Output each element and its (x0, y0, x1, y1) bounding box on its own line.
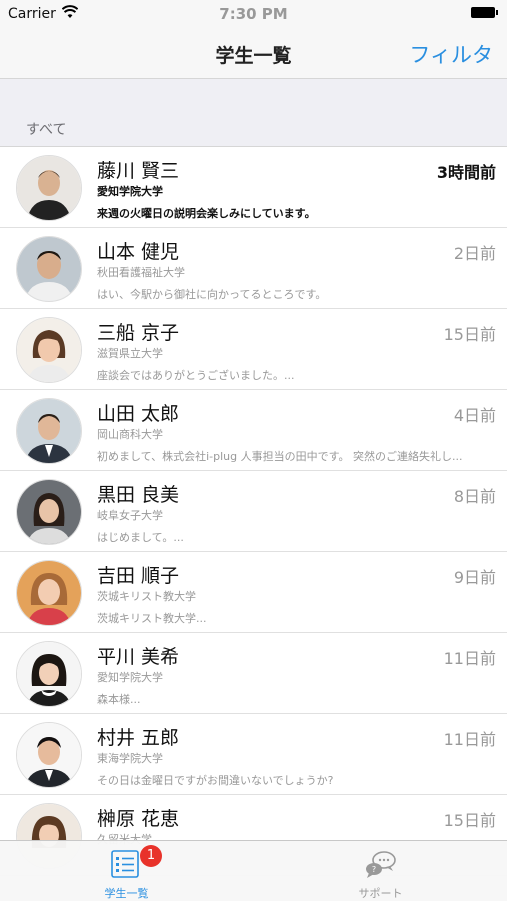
message-preview: はじめまして。... (97, 531, 184, 544)
student-school: 東海学院大学 (97, 752, 163, 765)
avatar (16, 641, 82, 707)
message-time: 15日前 (443, 811, 496, 830)
student-name: 三船 京子 (97, 322, 180, 344)
student-row[interactable]: 黒田 良美 岐阜女子大学 はじめまして。... 8日前 (0, 471, 507, 552)
student-name: 吉田 順子 (97, 565, 180, 587)
student-name: 山本 健児 (97, 241, 180, 263)
student-school: 岡山商科大学 (97, 428, 163, 441)
student-name: 村井 五郎 (97, 727, 180, 749)
message-time: 2日前 (453, 244, 496, 263)
student-school: 滋賀県立大学 (97, 347, 163, 360)
student-name: 黒田 良美 (97, 484, 180, 506)
tab-student-list[interactable]: 1 学生一覧 (0, 841, 253, 901)
avatar (16, 560, 82, 626)
message-preview: 茨城キリスト教大学... (97, 612, 207, 625)
avatar (16, 236, 82, 302)
message-preview: その日は金曜日ですがお間違いないでしょうか? (97, 774, 334, 787)
student-row[interactable]: 藤川 賢三 愛知学院大学 来週の火曜日の説明会楽しみにしています。 3時間前 (0, 147, 507, 228)
avatar (16, 398, 82, 464)
student-list: 藤川 賢三 愛知学院大学 来週の火曜日の説明会楽しみにしています。 3時間前 山… (0, 146, 507, 876)
message-preview: 初めまして、株式会社i-plug 人事担当の田中です。 突然のご連絡失礼し... (97, 450, 463, 463)
student-school: 愛知学院大学 (97, 185, 163, 198)
student-school: 秋田看護福祉大学 (97, 266, 185, 279)
message-preview: 座談会ではありがとうございました。... (97, 369, 295, 382)
student-name: 平川 美希 (97, 646, 180, 668)
student-name: 榊原 花恵 (97, 808, 180, 830)
student-row[interactable]: 山本 健児 秋田看護福祉大学 はい、今駅から御社に向かってるところです。 2日前 (0, 228, 507, 309)
student-row[interactable]: 村井 五郎 東海学院大学 その日は金曜日ですがお間違いないでしょうか? 11日前 (0, 714, 507, 795)
chat-bubbles-icon: ? (366, 851, 396, 878)
avatar (16, 155, 82, 221)
student-name: 藤川 賢三 (97, 160, 180, 182)
student-row[interactable]: 山田 太郎 岡山商科大学 初めまして、株式会社i-plug 人事担当の田中です。… (0, 390, 507, 471)
tab-support[interactable]: ? サポート (254, 841, 507, 901)
student-row[interactable]: 平川 美希 愛知学院大学 森本様... 11日前 (0, 633, 507, 714)
section-header-all: すべて (26, 122, 67, 138)
student-school: 茨城キリスト教大学 (97, 590, 196, 603)
message-preview: はい、今駅から御社に向かってるところです。 (97, 288, 327, 301)
message-time: 8日前 (453, 487, 496, 506)
navigation-bar: 学生一覧 フィルタ (0, 30, 507, 79)
student-school: 岐阜女子大学 (97, 509, 163, 522)
unread-badge: 1 (140, 845, 162, 867)
avatar (16, 722, 82, 788)
avatar (16, 317, 82, 383)
message-time: 15日前 (443, 325, 496, 344)
svg-text:?: ? (372, 865, 376, 874)
message-time: 3時間前 (436, 163, 496, 182)
clock: 7:30 PM (219, 5, 288, 23)
tab-bar: 1 学生一覧 ? サポート (0, 840, 507, 901)
tab-label: サポート (358, 887, 403, 900)
battery-icon (471, 7, 498, 18)
filter-button[interactable]: フィルタ (409, 39, 493, 69)
message-time: 9日前 (453, 568, 496, 587)
message-time: 4日前 (453, 406, 496, 425)
message-preview: 森本様... (97, 693, 141, 706)
student-row[interactable]: 吉田 順子 茨城キリスト教大学 茨城キリスト教大学... 9日前 (0, 552, 507, 633)
status-bar: Carrier 7:30 PM (0, 0, 507, 30)
avatar (16, 479, 82, 545)
student-row[interactable]: 三船 京子 滋賀県立大学 座談会ではありがとうございました。... 15日前 (0, 309, 507, 390)
message-time: 11日前 (443, 649, 496, 668)
tab-label: 学生一覧 (104, 887, 149, 900)
student-school: 愛知学院大学 (97, 671, 163, 684)
student-name: 山田 太郎 (97, 403, 180, 425)
message-time: 11日前 (443, 730, 496, 749)
list-icon (111, 850, 139, 878)
message-preview: 来週の火曜日の説明会楽しみにしています。 (97, 207, 316, 220)
